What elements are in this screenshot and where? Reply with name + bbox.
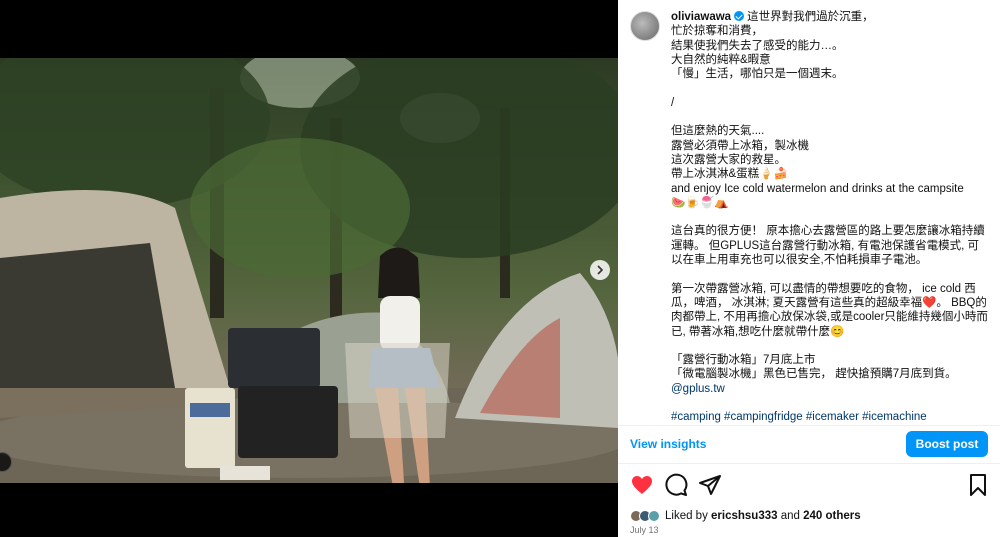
caption-line: 「微電腦製冰機」黑色已售完， 趕快搶預購7月底到貨。 — [671, 368, 957, 381]
like-button[interactable] — [630, 473, 654, 497]
paper-plane-icon — [699, 475, 721, 495]
avatar — [648, 510, 660, 522]
post-side-panel: oliviawawa 這世界對我們過於沉重， 忙於掠奪和消費， 結果使我們失去了感受的… — [618, 0, 1000, 537]
caption-line: 露營必須帶上冰箱，製冰機 — [671, 139, 809, 152]
liker-username[interactable]: ericshsu333 — [711, 510, 778, 522]
caption-line: 這次露營大家的救星。 — [671, 153, 786, 166]
post-actions — [630, 473, 990, 499]
caption-area: oliviawawa 這世界對我們過於沉重， 忙於掠奪和消費， 結果使我們失去了感受的… — [618, 0, 1000, 425]
mention-link[interactable]: @gplus.tw — [671, 382, 988, 396]
comment-icon — [665, 473, 688, 496]
caption-line: 🍉🍺🍧⛺ — [671, 196, 729, 209]
chevron-right-icon — [597, 265, 604, 275]
next-photo-button[interactable] — [590, 260, 610, 280]
post-photo[interactable] — [0, 58, 618, 483]
caption-line: 但這麼熱的天氣.... — [671, 125, 765, 138]
caption-line: 大自然的純粹&暇意 — [671, 53, 771, 66]
avatar[interactable] — [630, 11, 660, 41]
caption-line: 帶上冰淇淋&蛋糕🍦🍰 — [671, 168, 788, 181]
caption-line: 忙於掠奪和消費， — [671, 25, 763, 38]
caption-line: 這世界對我們過於沉重， — [747, 11, 874, 23]
bookmark-icon — [970, 474, 986, 496]
share-button[interactable] — [698, 473, 722, 497]
likes-prefix: Liked by — [665, 510, 712, 522]
likes-count[interactable]: 240 others — [803, 510, 861, 522]
post-date: July 13 — [630, 525, 659, 535]
hashtags-link[interactable]: #camping #campingfridge #icemaker #icema… — [671, 410, 988, 424]
divider — [618, 463, 1000, 464]
likes-and: and — [777, 510, 804, 522]
caption-line: 第一次帶露營冰箱, 可以盡情的帶想要吃的食物， ice cold 西瓜，啤酒， … — [671, 282, 988, 338]
caption-line: / — [671, 96, 675, 109]
insights-bar: View insights Boost post — [618, 425, 1000, 461]
username[interactable]: oliviawawa — [671, 11, 731, 23]
view-insights-link[interactable]: View insights — [630, 437, 706, 451]
caption-line: and enjoy Ice cold watermelon and drinks… — [671, 182, 964, 195]
caption-line: 「慢」生活，哪怕只是一個週末。 — [671, 68, 844, 81]
likes-summary: Liked by ericshsu333 and 240 others — [630, 507, 861, 525]
boost-post-button[interactable]: Boost post — [906, 430, 988, 457]
caption-line: 結果使我們失去了感受的能力…。 — [671, 39, 844, 52]
caption-text: oliviawawa 這世界對我們過於沉重， 忙於掠奪和消費， 結果使我們失去了感受的… — [671, 10, 988, 425]
comment-button[interactable] — [664, 473, 688, 497]
caption-line: 「露營行動冰箱」7月底上市 — [671, 354, 816, 367]
heart-filled-icon — [632, 476, 652, 494]
liker-avatars — [630, 510, 660, 522]
save-button[interactable] — [966, 473, 990, 497]
verified-badge-icon — [734, 11, 745, 21]
caption-lines: 這世界對我們過於沉重， 忙於掠奪和消費， 結果使我們失去了感受的能力…。 大自然的純粹… — [671, 11, 988, 382]
camping-photo-illustration — [0, 58, 618, 483]
post-media — [0, 0, 618, 537]
caption-line: 這台真的很方便！ 原本擔心去露營區的路上要怎麼讓冰箱持續運轉。 但GPLUS這台… — [671, 225, 985, 267]
caption-block: oliviawawa 這世界對我們過於沉重， 忙於掠奪和消費， 結果使我們失去了感受的… — [630, 10, 988, 425]
